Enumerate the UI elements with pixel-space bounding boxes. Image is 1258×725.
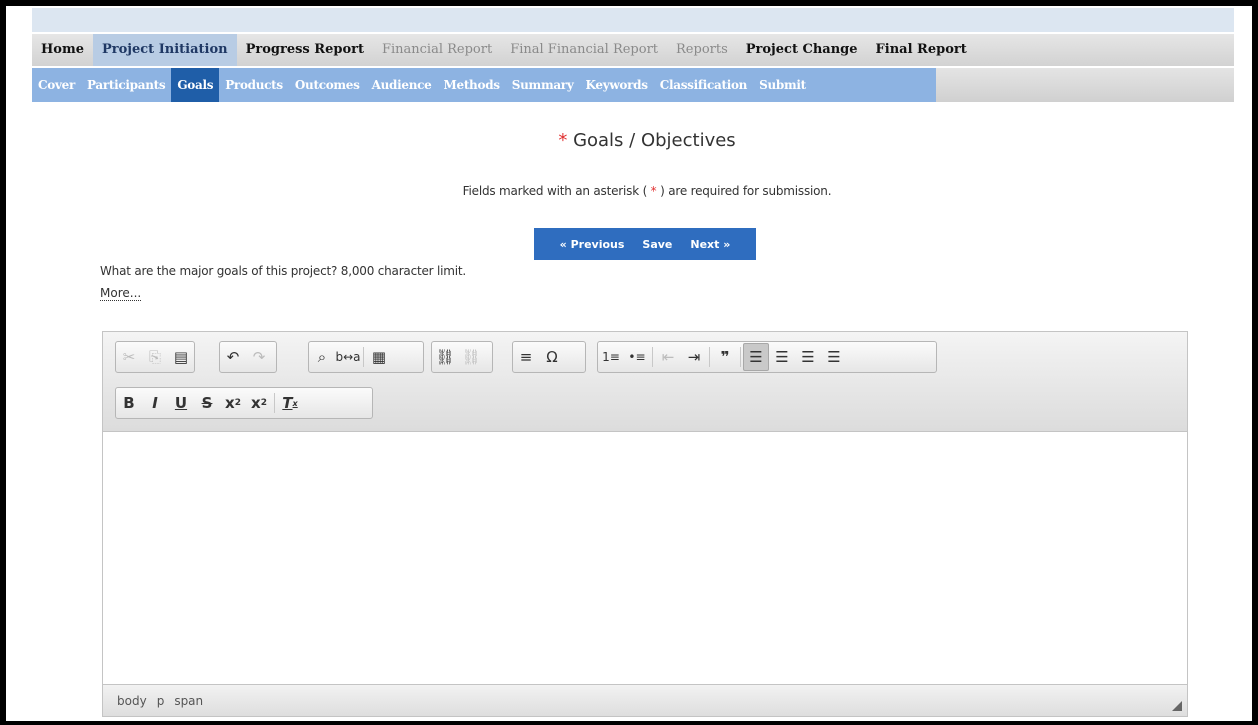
decrease-indent-icon[interactable]: ⇤: [655, 343, 681, 371]
clipboard-group: ✂ ⎘ ▤: [115, 341, 195, 373]
special-char-icon[interactable]: Ω: [539, 343, 565, 371]
unlink-icon[interactable]: ⛓: [458, 343, 484, 371]
required-asterisk: *: [558, 130, 568, 151]
align-right-icon[interactable]: ☰: [795, 343, 821, 371]
page-title: * Goals / Objectives: [24, 130, 1252, 151]
strike-icon[interactable]: S: [194, 389, 220, 417]
remove-format-icon[interactable]: Tx: [277, 389, 303, 417]
blockquote-icon[interactable]: ❞: [712, 343, 738, 371]
find-icon[interactable]: ⌕: [309, 343, 335, 371]
underline-icon[interactable]: U: [168, 389, 194, 417]
question-text: What are the major goals of this project…: [100, 264, 467, 278]
link-icon[interactable]: ⛓: [432, 343, 458, 371]
menu-financial-report[interactable]: Financial Report: [373, 34, 501, 66]
resize-handle-icon[interactable]: [1172, 701, 1182, 711]
align-left-icon[interactable]: ☰: [743, 343, 769, 371]
notice-asterisk: *: [647, 184, 661, 198]
menu-final-financial-report[interactable]: Final Financial Report: [501, 34, 667, 66]
basic-styles-group: B I U S x2 x2 Tx: [115, 387, 373, 419]
link-group: ⛓ ⛓: [431, 341, 493, 373]
tab-participants[interactable]: Participants: [81, 68, 171, 102]
tab-keywords[interactable]: Keywords: [580, 68, 654, 102]
paste-word-icon[interactable]: ▤: [168, 343, 194, 371]
path-p[interactable]: p: [157, 694, 165, 708]
menu-home[interactable]: Home: [32, 34, 93, 66]
path-span[interactable]: span: [174, 694, 203, 708]
sub-tabs: Cover Participants Goals Products Outcom…: [32, 68, 936, 102]
editor-toolbar: ✂ ⎘ ▤ ↶ ↷ ⌕ b↔a ▦ ⛓ ⛓ ≡ Ω 1≡ •≡ ⇤ ⇥ ❞ ☰ …: [103, 332, 1187, 432]
select-all-icon[interactable]: ▦: [366, 343, 392, 371]
horizontal-line-icon[interactable]: ≡: [513, 343, 539, 371]
separator: [652, 347, 653, 367]
tab-summary[interactable]: Summary: [506, 68, 580, 102]
superscript-icon[interactable]: x2: [246, 389, 272, 417]
tab-products[interactable]: Products: [219, 68, 289, 102]
app-window: Home Project Initiation Progress Report …: [0, 0, 1258, 725]
tab-goals[interactable]: Goals: [171, 68, 220, 102]
more-link[interactable]: More...: [100, 286, 142, 301]
tab-classification[interactable]: Classification: [654, 68, 753, 102]
form-nav-buttons: « Previous Save Next »: [534, 228, 756, 260]
notice-prefix: Fields marked with an asterisk (: [462, 184, 648, 198]
next-button[interactable]: Next »: [681, 238, 739, 251]
menu-project-initiation[interactable]: Project Initiation: [92, 34, 237, 66]
bulleted-list-icon[interactable]: •≡: [624, 343, 650, 371]
numbered-list-icon[interactable]: 1≡: [598, 343, 624, 371]
main-menu: Home Project Initiation Progress Report …: [32, 34, 1234, 66]
find-group: ⌕ b↔a ▦: [308, 341, 424, 373]
top-strip: [32, 8, 1234, 32]
rich-text-editor: ✂ ⎘ ▤ ↶ ↷ ⌕ b↔a ▦ ⛓ ⛓ ≡ Ω 1≡ •≡ ⇤ ⇥ ❞ ☰ …: [102, 331, 1188, 717]
insert-group: ≡ Ω: [512, 341, 586, 373]
tab-submit[interactable]: Submit: [753, 68, 812, 102]
italic-icon[interactable]: I: [142, 389, 168, 417]
separator: [709, 347, 710, 367]
menu-project-change[interactable]: Project Change: [737, 34, 867, 66]
tab-outcomes[interactable]: Outcomes: [289, 68, 366, 102]
redo-icon[interactable]: ↷: [246, 343, 272, 371]
replace-icon[interactable]: b↔a: [335, 343, 361, 371]
editor-status-bar: body p span: [103, 684, 1187, 716]
menu-progress-report[interactable]: Progress Report: [237, 34, 373, 66]
undo-icon[interactable]: ↶: [220, 343, 246, 371]
separator: [740, 347, 741, 367]
cut-icon[interactable]: ✂: [116, 343, 142, 371]
subscript-icon[interactable]: x2: [220, 389, 246, 417]
tab-audience[interactable]: Audience: [366, 68, 438, 102]
required-notice: Fields marked with an asterisk ( * ) are…: [24, 184, 1252, 198]
tab-methods[interactable]: Methods: [438, 68, 506, 102]
copy-icon[interactable]: ⎘: [142, 343, 168, 371]
paragraph-group: 1≡ •≡ ⇤ ⇥ ❞ ☰ ☰ ☰ ☰: [597, 341, 937, 373]
menu-final-report[interactable]: Final Report: [867, 34, 976, 66]
page-title-text: Goals / Objectives: [573, 130, 736, 151]
previous-button[interactable]: « Previous: [551, 238, 634, 251]
menu-reports[interactable]: Reports: [667, 34, 737, 66]
sub-menu-bar: Cover Participants Goals Products Outcom…: [32, 68, 1234, 102]
separator: [363, 347, 364, 367]
undo-group: ↶ ↷: [219, 341, 277, 373]
align-center-icon[interactable]: ☰: [769, 343, 795, 371]
increase-indent-icon[interactable]: ⇥: [681, 343, 707, 371]
editor-content-area[interactable]: [103, 432, 1187, 684]
path-body[interactable]: body: [117, 694, 147, 708]
save-button[interactable]: Save: [633, 238, 681, 251]
tab-cover[interactable]: Cover: [32, 68, 81, 102]
justify-icon[interactable]: ☰: [821, 343, 847, 371]
bold-icon[interactable]: B: [116, 389, 142, 417]
notice-suffix: ) are required for submission.: [660, 184, 832, 198]
separator: [274, 393, 275, 413]
